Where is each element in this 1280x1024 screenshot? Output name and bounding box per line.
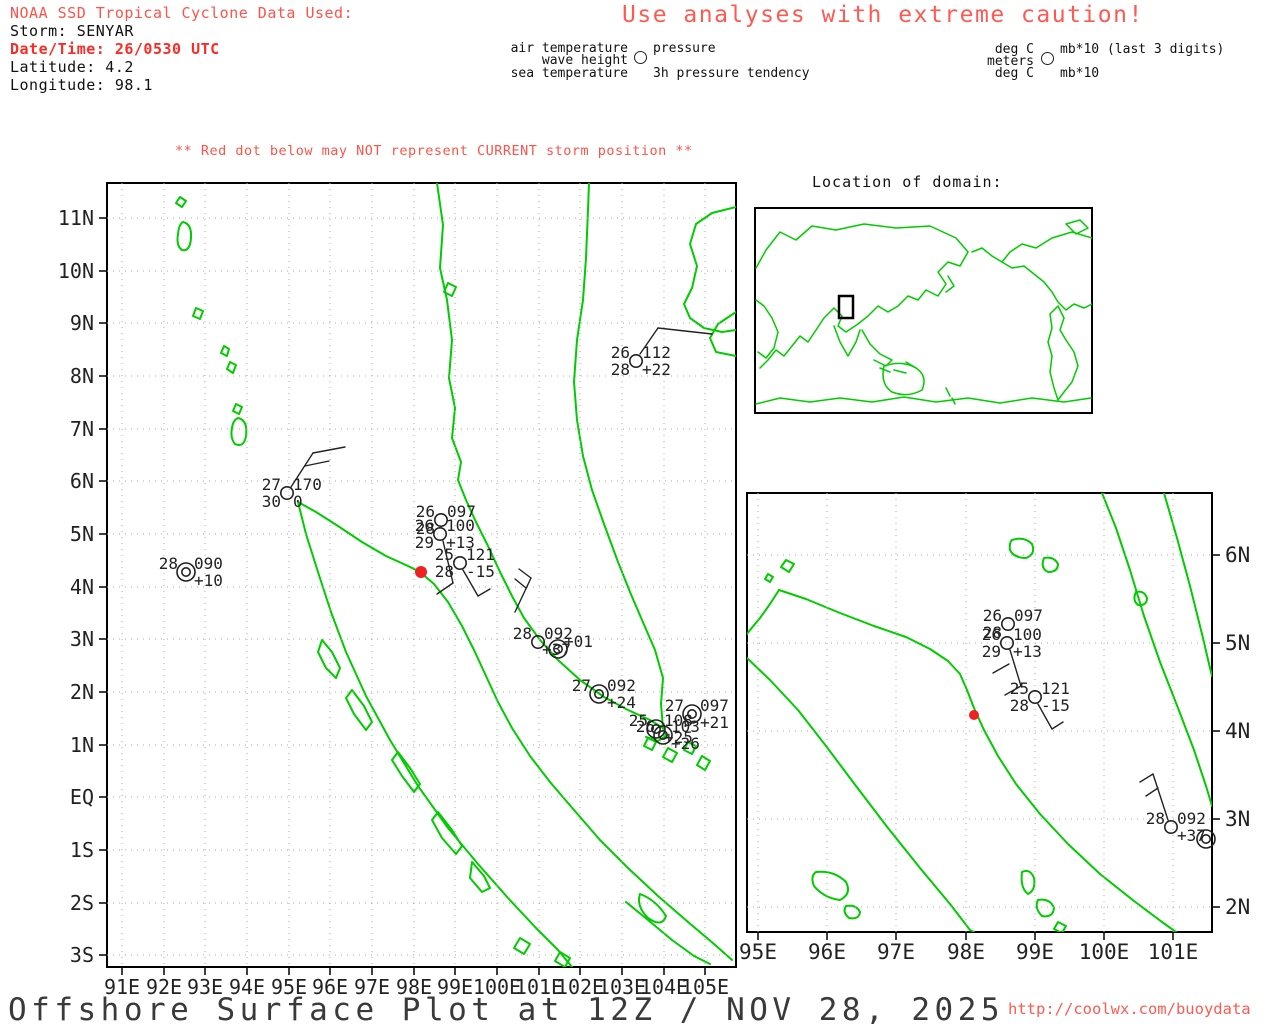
station-value: +13: [1013, 642, 1042, 661]
station-value: 097: [1014, 606, 1043, 625]
y-axis-label: 11N: [58, 206, 94, 230]
axis-labels: 91E 92E 93E 94E 95E 96E 97E 98E 99E 100E101E102E1…: [58, 206, 729, 999]
station-value: 29: [982, 642, 1001, 661]
y-axis-label: 6N: [70, 469, 94, 493]
station-plot: 26 11228 +22: [611, 327, 713, 379]
station-value: +24: [607, 693, 636, 712]
station-value: -15: [1041, 696, 1070, 715]
station-value: +26: [671, 734, 700, 753]
wind-barb: [1145, 787, 1159, 797]
station-value: +21: [700, 713, 729, 732]
storm-position-dot: [415, 566, 427, 578]
wind-barb: [312, 446, 346, 454]
wind-barb: [1139, 773, 1154, 783]
station-circle-icon: [181, 566, 192, 577]
map-frame: [746, 492, 1213, 933]
station-plot: 25 12128 -15: [435, 545, 495, 597]
station-value: +37: [1177, 826, 1206, 845]
wind-barb: [518, 568, 532, 579]
y-axis-label: EQ: [70, 785, 94, 809]
station-value: 28: [611, 360, 630, 379]
wind-barb: [514, 578, 527, 589]
y-axis-label: 8N: [70, 364, 94, 388]
y-axis-label: 3N: [1225, 807, 1250, 831]
x-axis-label: 98E: [947, 940, 985, 964]
storm-position-dot: [969, 710, 979, 720]
station-value: 28: [159, 554, 178, 573]
station-value: 28: [435, 562, 454, 581]
station-plot: 28 090+10: [159, 554, 223, 590]
station-value: 27: [665, 696, 684, 715]
x-axis-label: 97E: [877, 940, 915, 964]
wind-barb: [436, 582, 454, 595]
y-axis-label: 7N: [70, 417, 94, 441]
station-plot: 27 17030 0: [262, 446, 346, 511]
source-url-link[interactable]: http://coolwx.com/buoydata: [1008, 1000, 1251, 1018]
x-axis-label: 101E: [1148, 940, 1199, 964]
station-circle-icon: [176, 562, 196, 582]
x-axis-label: 95E: [739, 940, 777, 964]
y-axis-label: 10N: [58, 259, 94, 283]
station-value: 28: [1010, 696, 1029, 715]
plot-canvas: 91E 92E 93E 94E 95E 96E 97E 98E 99E 100E101E102E1…: [58, 182, 1250, 999]
x-axis-label: 100E: [1079, 940, 1130, 964]
wind-barb: [514, 577, 532, 613]
station-value: -15: [466, 562, 495, 581]
station-circle-icon: [432, 526, 447, 541]
y-axis-label: 6N: [1225, 543, 1250, 567]
coastlines: [175, 183, 736, 967]
station-value: 28: [1146, 809, 1165, 828]
station-value: 28: [513, 624, 532, 643]
station-value: 26: [636, 717, 655, 736]
y-axis-label: 5N: [1225, 631, 1250, 655]
world-locator-map: [754, 207, 1093, 414]
x-axis-label: 96E: [808, 940, 846, 964]
wind-barb: [304, 460, 330, 467]
wind-barb: [477, 588, 491, 597]
y-axis-label: 4N: [70, 575, 94, 599]
plot-title: Offshore Surface Plot at 12Z / NOV 28, 2…: [8, 992, 1005, 1024]
y-axis-label: 9N: [70, 311, 94, 335]
main-map: 91E 92E 93E 94E 95E 96E 97E 98E 99E 100E101E102E1…: [58, 182, 737, 999]
station-plot: 25 12128 -15: [1010, 679, 1070, 730]
station-value: +22: [642, 360, 671, 379]
station-value: 27: [572, 676, 591, 695]
y-axis-label: 1N: [70, 733, 94, 757]
grid-lines: [747, 493, 1212, 932]
y-axis-label: 1S: [70, 838, 94, 862]
coastlines: [747, 493, 1212, 932]
coastlines: [755, 219, 1092, 405]
y-axis-label: 4N: [1225, 719, 1250, 743]
station-plot: 27 092+24: [572, 676, 636, 712]
station-value: 0: [293, 492, 303, 511]
y-axis-label: 2N: [1225, 895, 1250, 919]
y-axis-label: 5N: [70, 522, 94, 546]
x-axis-label: 99E: [1016, 940, 1054, 964]
station-value: +10: [194, 571, 223, 590]
offshore-surface-plot-page: NOAA SSD Tropical Cyclone Data Used: Sto…: [0, 0, 1280, 1024]
station-value: 29: [415, 533, 434, 552]
wind-barb: [992, 663, 1010, 674]
station-circle-icon: [452, 555, 467, 570]
station-plot: 28 092+37: [1139, 773, 1206, 845]
station-circle-icon: [279, 485, 294, 500]
y-axis-label: 2N: [70, 680, 94, 704]
y-axis-label: 3S: [70, 943, 94, 967]
station-value: +01: [564, 632, 593, 651]
station-circle-icon: [1164, 819, 1179, 834]
y-axis-label: 2S: [70, 891, 94, 915]
y-axis-label: 3N: [70, 627, 94, 651]
station-circle-icon: [628, 353, 643, 368]
zoom-inset-map: 95E 96E 97E 98E 99E 100E 101E6N5N4N3N2N26 09728…: [739, 492, 1250, 964]
station-value: 30: [262, 492, 281, 511]
wind-barb: [1051, 721, 1064, 730]
